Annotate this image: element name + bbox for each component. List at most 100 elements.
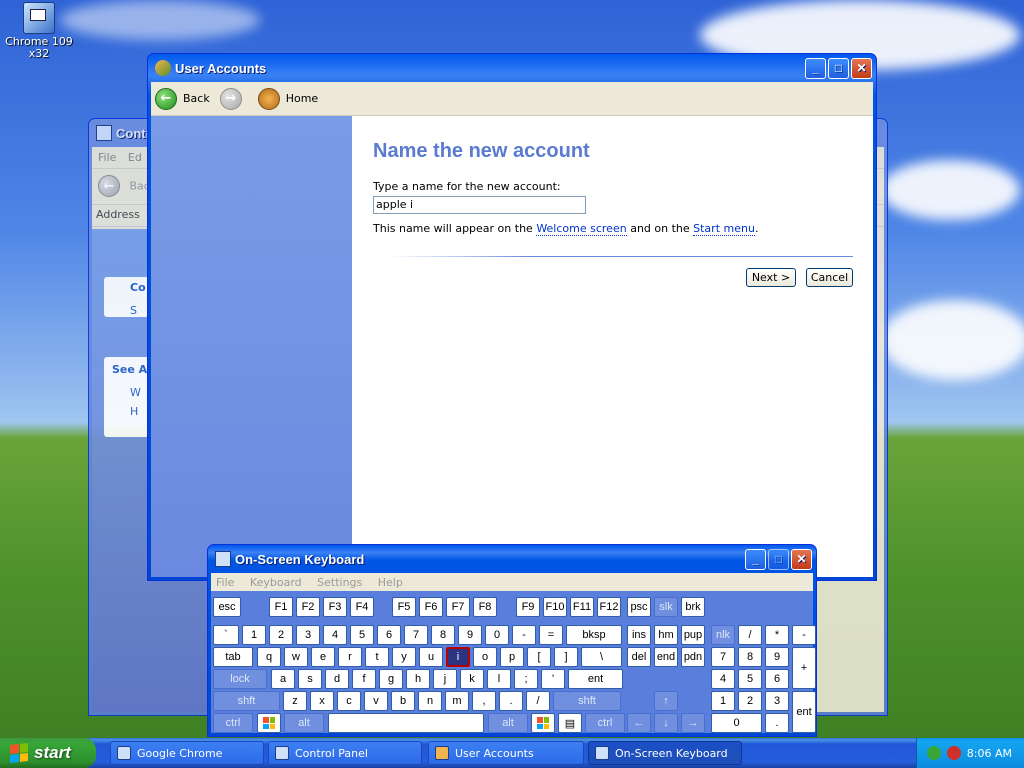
- key-ins[interactable]: ins: [627, 625, 651, 645]
- key-ctrl[interactable]: ctrl: [585, 713, 625, 733]
- key-psc[interactable]: psc: [627, 597, 651, 617]
- key-brk[interactable]: brk: [681, 597, 705, 617]
- key-esc[interactable]: esc: [213, 597, 241, 617]
- key-x[interactable]: /: [526, 691, 550, 711]
- key-5[interactable]: 5: [350, 625, 374, 645]
- menu-settings[interactable]: Settings: [317, 576, 362, 589]
- key-6[interactable]: 6: [765, 669, 789, 689]
- key-x[interactable]: .: [765, 713, 789, 733]
- menu-edit[interactable]: Ed: [128, 151, 142, 164]
- key-g[interactable]: g: [379, 669, 403, 689]
- home-button[interactable]: Home: [257, 87, 318, 110]
- key-i[interactable]: i: [446, 647, 470, 667]
- key-ctrl[interactable]: ctrl: [213, 713, 253, 733]
- key-x[interactable]: ↑: [654, 691, 678, 711]
- key-z[interactable]: z: [283, 691, 307, 711]
- key-s[interactable]: s: [298, 669, 322, 689]
- key-3[interactable]: 3: [765, 691, 789, 711]
- key-bksp[interactable]: bksp: [566, 625, 622, 645]
- minimize-button[interactable]: _: [745, 548, 766, 570]
- key-tab[interactable]: tab: [213, 647, 253, 667]
- key-x[interactable]: /: [738, 625, 762, 645]
- key-menu[interactable]: ▤: [558, 713, 582, 733]
- key-end[interactable]: end: [654, 647, 678, 667]
- minimize-button[interactable]: _: [805, 57, 826, 79]
- key-r[interactable]: r: [338, 647, 362, 667]
- key-x[interactable]: -: [792, 625, 816, 645]
- welcome-screen-link[interactable]: Welcome screen: [536, 222, 627, 236]
- key-1[interactable]: 1: [711, 691, 735, 711]
- close-button[interactable]: ✕: [851, 57, 872, 79]
- key-4[interactable]: 4: [323, 625, 347, 645]
- close-button[interactable]: ✕: [791, 548, 812, 570]
- start-button[interactable]: start: [0, 738, 96, 768]
- key-F1[interactable]: F1: [269, 597, 293, 617]
- key-y[interactable]: y: [392, 647, 416, 667]
- key-pup[interactable]: pup: [681, 625, 705, 645]
- key-0[interactable]: 0: [485, 625, 509, 645]
- account-name-input[interactable]: apple i: [373, 196, 586, 214]
- key-9[interactable]: 9: [458, 625, 482, 645]
- key-pdn[interactable]: pdn: [681, 647, 705, 667]
- key-w[interactable]: w: [284, 647, 308, 667]
- key-x[interactable]: →: [681, 713, 705, 733]
- forward-button[interactable]: →: [219, 87, 248, 110]
- key-2[interactable]: 2: [269, 625, 293, 645]
- key-8[interactable]: 8: [431, 625, 455, 645]
- key-hm[interactable]: hm: [654, 625, 678, 645]
- key-x[interactable]: `: [213, 625, 239, 645]
- key-x[interactable]: x: [310, 691, 334, 711]
- key-F10[interactable]: F10: [543, 597, 567, 617]
- key-ent[interactable]: ent: [792, 691, 816, 733]
- key-d[interactable]: d: [325, 669, 349, 689]
- clock[interactable]: 8:06 AM: [967, 747, 1012, 760]
- key-5[interactable]: 5: [738, 669, 762, 689]
- back-arrow-icon[interactable]: ←: [98, 175, 120, 197]
- key-2[interactable]: 2: [738, 691, 762, 711]
- key-9[interactable]: 9: [765, 647, 789, 667]
- key-q[interactable]: q: [257, 647, 281, 667]
- key-t[interactable]: t: [365, 647, 389, 667]
- key-F12[interactable]: F12: [597, 597, 621, 617]
- key-shft[interactable]: shft: [213, 691, 280, 711]
- key-lock[interactable]: lock: [213, 669, 267, 689]
- key-F6[interactable]: F6: [419, 597, 443, 617]
- menu-keyboard[interactable]: Keyboard: [250, 576, 302, 589]
- desktop-icon-chrome[interactable]: Chrome 109 x32: [4, 2, 74, 60]
- key-h[interactable]: h: [406, 669, 430, 689]
- key-F5[interactable]: F5: [392, 597, 416, 617]
- key-7[interactable]: 7: [404, 625, 428, 645]
- key-x[interactable]: ': [541, 669, 565, 689]
- key-windows[interactable]: [531, 713, 555, 733]
- key-F3[interactable]: F3: [323, 597, 347, 617]
- key-x[interactable]: ;: [514, 669, 538, 689]
- maximize-button[interactable]: □: [768, 548, 789, 570]
- key-j[interactable]: j: [433, 669, 457, 689]
- taskbar-item-user-accounts[interactable]: User Accounts: [428, 741, 584, 765]
- key-7[interactable]: 7: [711, 647, 735, 667]
- maximize-button[interactable]: □: [828, 57, 849, 79]
- user-accounts-titlebar[interactable]: User Accounts _ □ ✕: [151, 54, 873, 82]
- key-del[interactable]: del: [627, 647, 651, 667]
- key-x[interactable]: ←: [627, 713, 651, 733]
- key-x[interactable]: ]: [554, 647, 578, 667]
- key-F9[interactable]: F9: [516, 597, 540, 617]
- taskbar-item-osk[interactable]: On-Screen Keyboard: [588, 741, 742, 765]
- key-3[interactable]: 3: [296, 625, 320, 645]
- key-1[interactable]: 1: [242, 625, 266, 645]
- key-F7[interactable]: F7: [446, 597, 470, 617]
- key-v[interactable]: v: [364, 691, 388, 711]
- key-l[interactable]: l: [487, 669, 511, 689]
- key-x[interactable]: ↓: [654, 713, 678, 733]
- key-k[interactable]: k: [460, 669, 484, 689]
- menu-file[interactable]: File: [98, 151, 116, 164]
- key-x[interactable]: ,: [472, 691, 496, 711]
- key-space[interactable]: [328, 713, 484, 733]
- security-shield-icon[interactable]: [946, 746, 961, 760]
- key-alt[interactable]: alt: [284, 713, 324, 733]
- key-ent[interactable]: ent: [568, 669, 623, 689]
- key-b[interactable]: b: [391, 691, 415, 711]
- key-0[interactable]: 0: [711, 713, 762, 733]
- taskbar-item-control-panel[interactable]: Control Panel: [268, 741, 422, 765]
- key-a[interactable]: a: [271, 669, 295, 689]
